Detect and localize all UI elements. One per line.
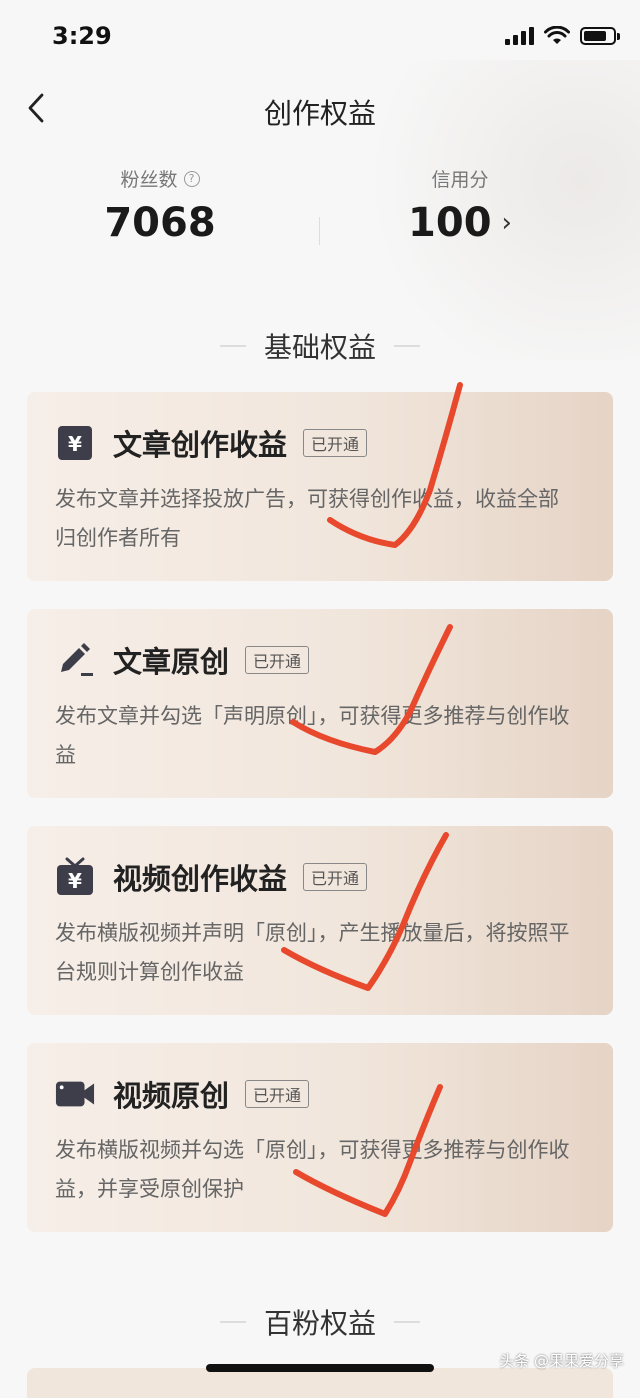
card-description: 发布文章并选择投放广告，可获得创作收益，收益全部归创作者所有 [55, 487, 559, 550]
card-video-original[interactable]: 视频原创 已开通 发布横版视频并勾选「原创」，可获得更多推荐与创作收益，并享受原… [27, 1043, 613, 1232]
fans-label: 粉丝数 [120, 169, 178, 191]
svg-text:¥: ¥ [68, 432, 82, 456]
svg-text:¥: ¥ [68, 869, 82, 893]
credit-label: 信用分 [431, 169, 489, 191]
status-bar: 3:29 [0, 0, 640, 70]
section-title-basic: 基础权益 [0, 326, 640, 366]
home-indicator[interactable] [206, 1364, 434, 1372]
card-description: 发布横版视频并勾选「原创」，可获得更多推荐与创作收益，并享受原创保护 [55, 1138, 570, 1201]
card-description: 发布横版视频并声明「原创」，产生播放量后，将按照平台规则计算创作收益 [55, 921, 570, 984]
credit-stat[interactable]: 信用分 100 › [340, 165, 580, 246]
card-article-original[interactable]: 文章原创 已开通 发布文章并勾选「声明原创」，可获得更多推荐与创作收益 [27, 609, 613, 798]
card-title: 文章创作收益 [113, 428, 288, 462]
status-badge: 已开通 [245, 1080, 310, 1108]
card-video-income[interactable]: ¥ 视频创作收益 已开通 发布横版视频并声明「原创」，产生播放量后，将按照平台规… [27, 826, 613, 1015]
pencil-icon [55, 640, 95, 680]
yuan-card-icon: ¥ [55, 423, 95, 463]
fans-value: 7068 [104, 200, 216, 246]
nav-bar: 创作权益 [0, 80, 640, 140]
section-line-left [219, 345, 246, 347]
help-icon[interactable]: ? [183, 170, 200, 187]
status-badge: 已开通 [303, 863, 368, 891]
cellular-signal-icon [505, 27, 534, 45]
battery-icon [580, 27, 620, 45]
chevron-right-icon: › [501, 208, 512, 238]
section-line-right [394, 345, 420, 347]
video-camera-icon [55, 1074, 95, 1114]
stats-divider [319, 217, 320, 245]
status-badge: 已开通 [245, 646, 310, 674]
credit-value: 100 [408, 200, 492, 246]
section-line-left [219, 1321, 246, 1323]
card-description: 发布文章并勾选「声明原创」，可获得更多推荐与创作收益 [55, 704, 570, 767]
status-time: 3:29 [52, 22, 112, 50]
watermark: 头条 @果果爱分享 [499, 1352, 624, 1370]
card-title: 视频原创 [113, 1079, 230, 1113]
status-badge: 已开通 [303, 429, 368, 457]
card-title: 视频创作收益 [113, 862, 288, 896]
fans-stat[interactable]: 粉丝数 ? 7068 [40, 165, 280, 246]
stats-panel: 粉丝数 ? 7068 信用分 100 › [0, 165, 640, 265]
page-title: 创作权益 [263, 97, 376, 130]
card-title: 文章原创 [113, 645, 230, 679]
next-card-partial[interactable] [27, 1368, 613, 1398]
status-icons [505, 26, 620, 46]
wifi-icon [544, 26, 570, 44]
card-article-income[interactable]: ¥ 文章创作收益 已开通 发布文章并选择投放广告，可获得创作收益，收益全部归创作… [27, 392, 613, 581]
tv-yuan-icon: ¥ [55, 857, 95, 897]
section-title-hundred-fans: 百粉权益 [0, 1302, 640, 1342]
section-line-right [394, 1321, 420, 1323]
